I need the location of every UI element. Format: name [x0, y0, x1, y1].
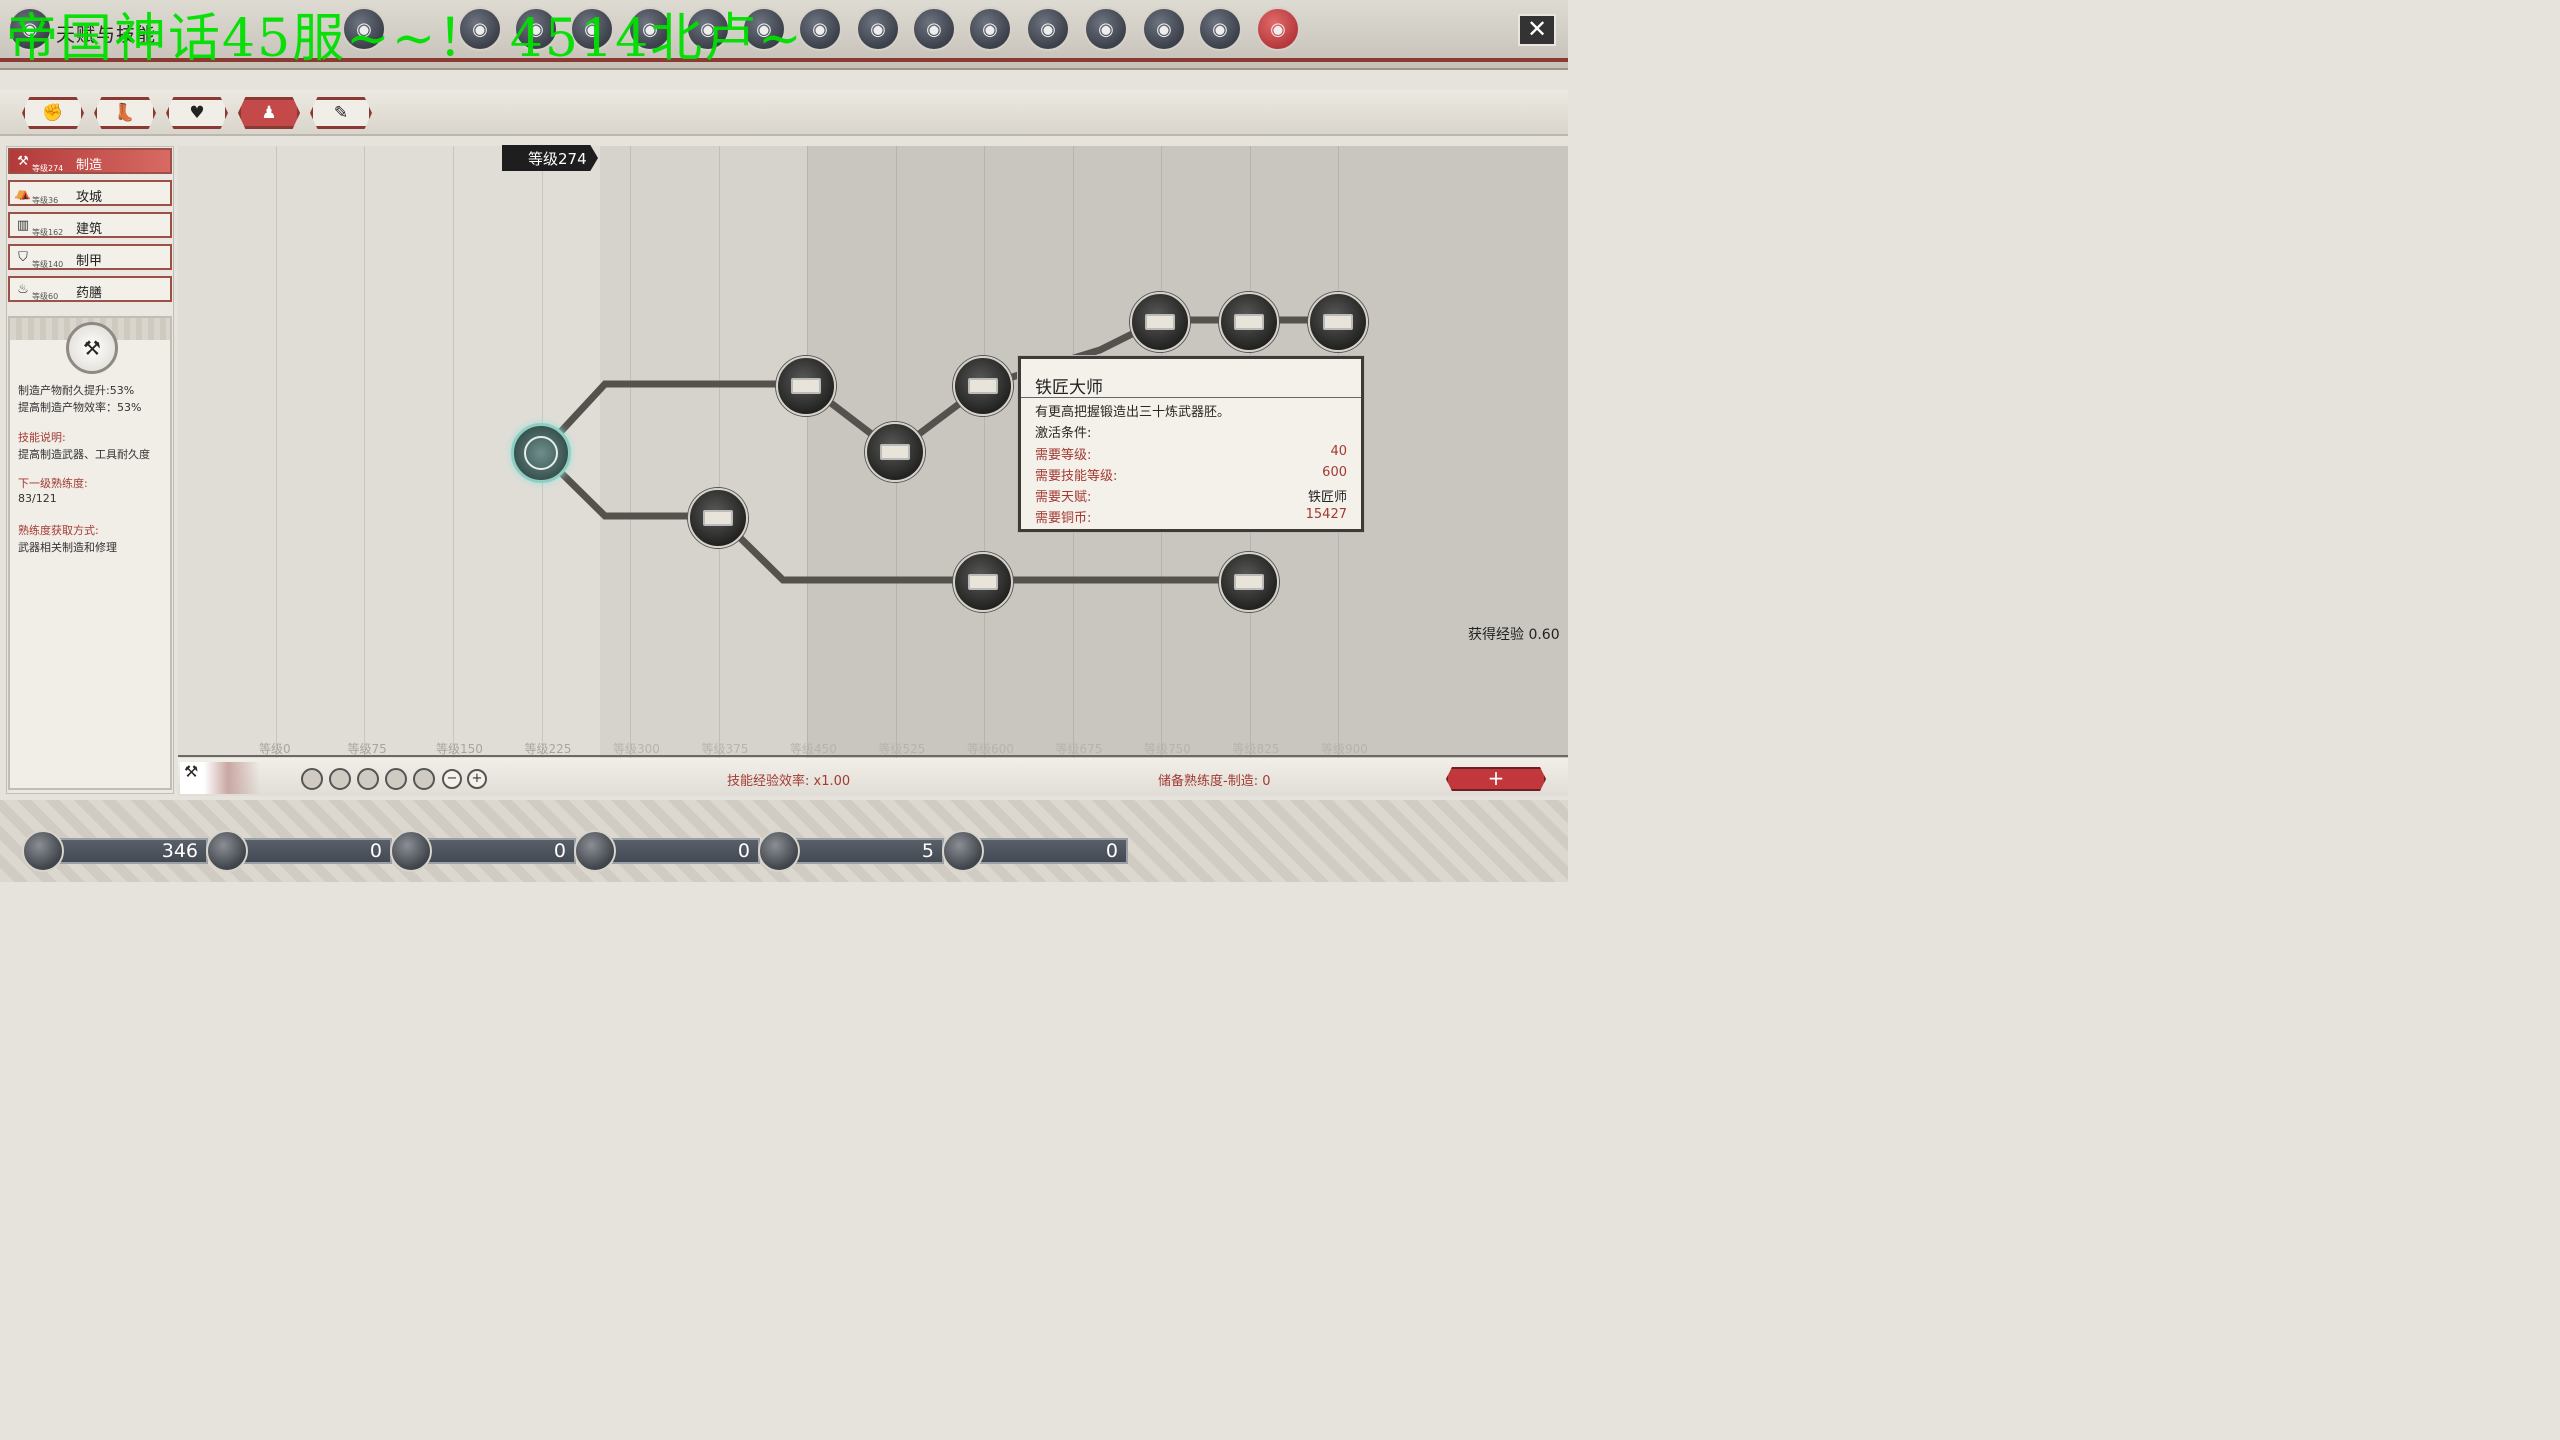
talent-node-start[interactable]: [511, 423, 571, 483]
exp-efficiency: 技能经验效率: x1.00: [727, 774, 851, 789]
add-reserve-button[interactable]: +: [1446, 767, 1546, 791]
talent-tooltip: 铁匠大师 有更高把握锻造出三十炼武器胚。 激活条件: 需要等级: 40 需要技能等…: [1018, 356, 1364, 532]
tooltip-desc: 有更高把握锻造出三十炼武器胚。: [1035, 405, 1231, 420]
proficiency-coin-icon: [329, 768, 351, 790]
hammer-icon: ⚒: [180, 762, 260, 794]
tooltip-row-talent: 需要天赋: 铁匠师: [1035, 490, 1347, 505]
talent-icon: [968, 378, 998, 394]
resource-value: 0: [420, 838, 576, 864]
talent-icon: [968, 574, 998, 590]
talent-icon: [880, 444, 910, 460]
talent-icon: [1323, 314, 1353, 330]
talent-node[interactable]: [953, 356, 1013, 416]
scroll-icon: [206, 830, 248, 872]
proficiency-coin-icon: [385, 768, 407, 790]
resource-value: 346: [52, 838, 208, 864]
talent-node[interactable]: [1219, 292, 1279, 352]
talent-node[interactable]: [865, 422, 925, 482]
talent-icon: [1234, 314, 1264, 330]
talent-node[interactable]: [688, 488, 748, 548]
constellation-icon: [574, 830, 616, 872]
reserve-proficiency: 储备熟练度-制造: 0: [1158, 774, 1271, 789]
talent-node[interactable]: [1219, 552, 1279, 612]
proficiency-coin-icon: [413, 768, 435, 790]
proficiency-coin-icon: [357, 768, 379, 790]
medal-icon: [390, 830, 432, 872]
talent-node[interactable]: [953, 552, 1013, 612]
exp-gain-label: 获得经验 0.60: [1468, 627, 1560, 643]
resource-value: 5: [788, 838, 944, 864]
level-progress-line: [178, 755, 1568, 757]
chest-icon: [942, 830, 984, 872]
tooltip-row-level: 需要等级: 40: [1035, 444, 1347, 463]
talent-icon: [791, 378, 821, 394]
resource-value: 0: [972, 838, 1128, 864]
tooltip-cond-label: 激活条件:: [1035, 426, 1092, 441]
plus-button[interactable]: +: [467, 769, 487, 789]
tooltip-row-copper: 需要铜币: 15427: [1035, 507, 1347, 526]
refresh-icon: [758, 830, 800, 872]
current-level-badge: 等级274: [502, 145, 598, 171]
resource-value: 0: [604, 838, 760, 864]
resource-value: 0: [236, 838, 392, 864]
proficiency-coin-icon: [301, 768, 323, 790]
talent-icon: [1234, 574, 1264, 590]
talent-icon: [524, 436, 558, 470]
talent-node[interactable]: [1130, 292, 1190, 352]
coin-icon: [22, 830, 64, 872]
talent-icon: [703, 510, 733, 526]
talent-icon: [1145, 314, 1175, 330]
talent-node[interactable]: [1308, 292, 1368, 352]
tooltip-title: 铁匠大师: [1035, 378, 1103, 398]
minus-button[interactable]: −: [442, 769, 462, 789]
talent-node[interactable]: [776, 356, 836, 416]
tooltip-row-skill-level: 需要技能等级: 600: [1035, 465, 1347, 484]
